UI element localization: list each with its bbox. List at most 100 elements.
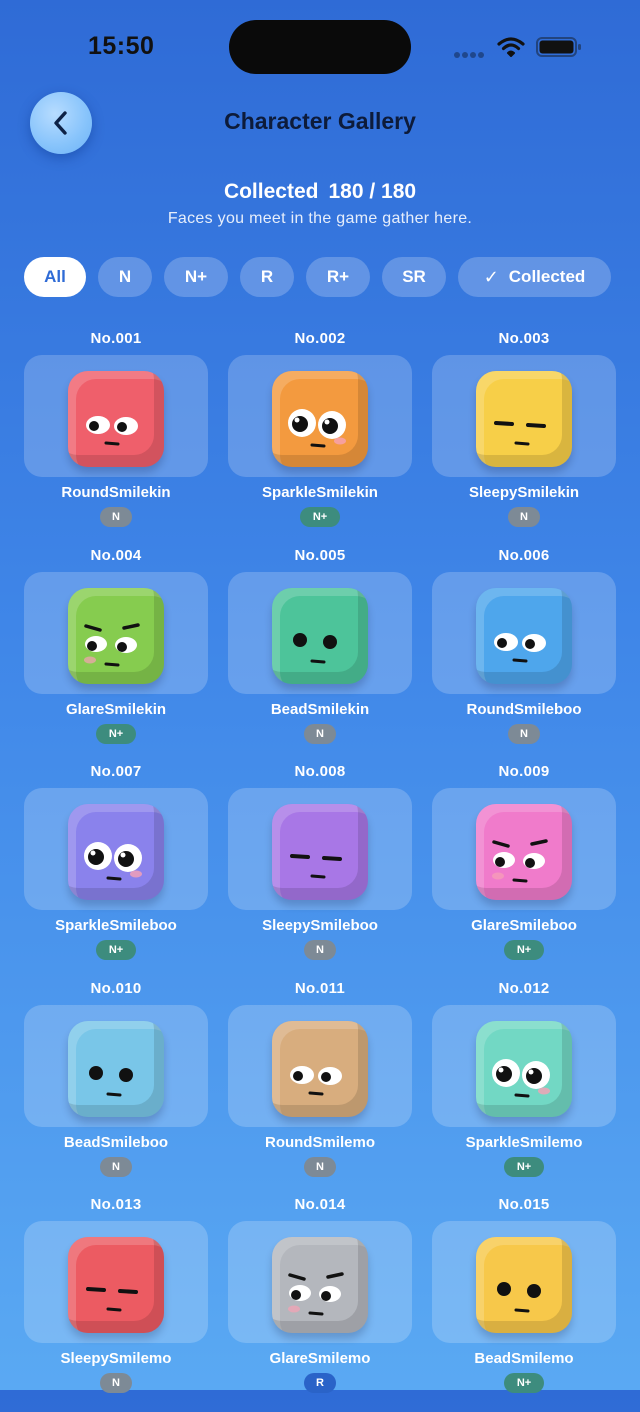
status-time: 15:50	[88, 32, 155, 60]
filter-chip-label: R+	[326, 267, 350, 286]
character-card[interactable]: No.003 SleepySmilekin N	[432, 330, 616, 546]
character-sparkle-face-icon	[272, 371, 368, 467]
character-card[interactable]: No.004 GlareSmilekin N+	[24, 547, 208, 763]
character-number: No.009	[498, 763, 550, 780]
character-name: RoundSmileboo	[466, 701, 582, 718]
character-portrait-card[interactable]	[228, 1005, 412, 1127]
character-number: No.001	[90, 330, 142, 347]
dynamic-island	[229, 20, 411, 74]
character-name: SleepySmileboo	[262, 917, 378, 934]
filter-chip-n-plus[interactable]: N+	[164, 257, 228, 297]
character-number: No.010	[90, 980, 142, 997]
rarity-badge: N	[508, 507, 540, 527]
collected-label: Collected	[223, 180, 319, 203]
filter-chip-n[interactable]: N	[98, 257, 152, 297]
character-number: No.011	[294, 980, 346, 997]
character-portrait-card[interactable]	[24, 572, 208, 694]
rarity-badge: N+	[504, 1157, 544, 1177]
character-portrait-card[interactable]	[228, 1221, 412, 1343]
character-card[interactable]: No.006 RoundSmileboo N	[432, 547, 616, 763]
filter-chip-collected[interactable]: ✓ Collected	[458, 257, 611, 297]
rarity-badge: N+	[504, 1373, 544, 1393]
character-name: SparkleSmilemo	[465, 1134, 583, 1151]
filter-chip-all[interactable]: All	[24, 257, 86, 297]
character-name: SparkleSmileboo	[55, 917, 177, 934]
character-number: No.013	[90, 1196, 142, 1213]
filter-chip-r[interactable]: R	[240, 257, 294, 297]
character-sleepy-face-icon	[272, 804, 368, 900]
check-icon: ✓	[483, 266, 499, 287]
character-portrait-card[interactable]	[432, 788, 616, 910]
rarity-badge: N+	[96, 724, 136, 744]
character-bead-face-icon	[272, 588, 368, 684]
character-card[interactable]: No.015 BeadSmilemo N+	[432, 1196, 616, 1412]
character-sparkle-face-icon	[476, 1021, 572, 1117]
gallery-subtitle: Faces you meet in the game gather here.	[167, 210, 473, 227]
character-name: SleepySmilekin	[468, 484, 580, 501]
character-name: GlareSmilekin	[65, 701, 167, 718]
character-card[interactable]: No.013 SleepySmilemo N	[24, 1196, 208, 1412]
character-card[interactable]: No.012 SparkleSmilemo N+	[432, 980, 616, 1196]
character-glare-face-icon	[272, 1237, 368, 1333]
character-card[interactable]: No.001 RoundSmilekin N	[24, 330, 208, 546]
character-card[interactable]: No.011 RoundSmilemo N	[228, 980, 412, 1196]
filter-chip-label: R	[260, 267, 274, 286]
character-card[interactable]: No.010 BeadSmileboo N	[24, 980, 208, 1196]
character-bead-face-icon	[68, 1021, 164, 1117]
filter-chip-sr[interactable]: SR	[382, 257, 446, 297]
collected-count: 180 / 180	[328, 180, 417, 203]
character-round-face-icon	[68, 371, 164, 467]
filter-chip-label: All	[44, 267, 66, 286]
character-glare-face-icon	[476, 804, 572, 900]
character-name: RoundSmilemo	[264, 1134, 375, 1151]
character-number: No.014	[294, 1196, 346, 1213]
character-bead-face-icon	[476, 1237, 572, 1333]
page-title: Character Gallery	[224, 108, 416, 134]
character-card[interactable]: No.005 BeadSmilekin N	[228, 547, 412, 763]
character-portrait-card[interactable]	[432, 1005, 616, 1127]
rarity-badge: R	[304, 1373, 336, 1393]
character-number: No.005	[294, 547, 346, 564]
rarity-badge: N	[100, 1157, 132, 1177]
character-portrait-card[interactable]	[432, 355, 616, 477]
filter-chip-r-plus[interactable]: R+	[306, 257, 370, 297]
character-card[interactable]: No.007 SparkleSmileboo N+	[24, 763, 208, 979]
character-number: No.008	[294, 763, 346, 780]
battery-icon	[536, 37, 582, 57]
character-number: No.012	[498, 980, 550, 997]
character-card[interactable]: No.002 SparkleSmilekin N+	[228, 330, 412, 546]
character-sleepy-face-icon	[68, 1237, 164, 1333]
character-portrait-card[interactable]	[432, 572, 616, 694]
filter-chip-label: N+	[184, 267, 208, 286]
rarity-badge: N	[304, 1157, 336, 1177]
cellular-signal-icon	[454, 45, 488, 58]
character-number: No.003	[498, 330, 550, 347]
character-glare-face-icon	[68, 588, 164, 684]
character-name: BeadSmilemo	[474, 1350, 574, 1367]
character-card[interactable]: No.008 SleepySmileboo N	[228, 763, 412, 979]
character-portrait-card[interactable]	[432, 1221, 616, 1343]
character-portrait-card[interactable]	[24, 788, 208, 910]
collection-progress: Collected 180 / 180	[0, 180, 640, 204]
character-portrait-card[interactable]	[228, 572, 412, 694]
character-portrait-card[interactable]	[228, 355, 412, 477]
character-portrait-card[interactable]	[24, 1221, 208, 1343]
character-portrait-card[interactable]	[24, 355, 208, 477]
character-name: BeadSmileboo	[63, 1134, 169, 1151]
character-portrait-card[interactable]	[228, 788, 412, 910]
character-portrait-card[interactable]	[24, 1005, 208, 1127]
character-name: SleepySmilemo	[60, 1350, 172, 1367]
wifi-icon	[497, 36, 525, 58]
character-name: GlareSmileboo	[471, 917, 577, 934]
character-number: No.007	[90, 763, 142, 780]
rarity-badge: N+	[504, 940, 544, 960]
character-number: No.002	[294, 330, 346, 347]
character-number: No.015	[498, 1196, 550, 1213]
character-number: No.004	[90, 547, 142, 564]
character-round-face-icon	[476, 588, 572, 684]
filter-chip-label: N	[118, 267, 132, 286]
status-bar: 15:50	[0, 0, 640, 95]
character-card[interactable]: No.009 GlareSmileboo N+	[432, 763, 616, 979]
character-card[interactable]: No.014 GlareSmilemo R	[228, 1196, 412, 1412]
rarity-filter-bar: All N N+ R R+ SR ✓ Collected	[0, 257, 640, 297]
